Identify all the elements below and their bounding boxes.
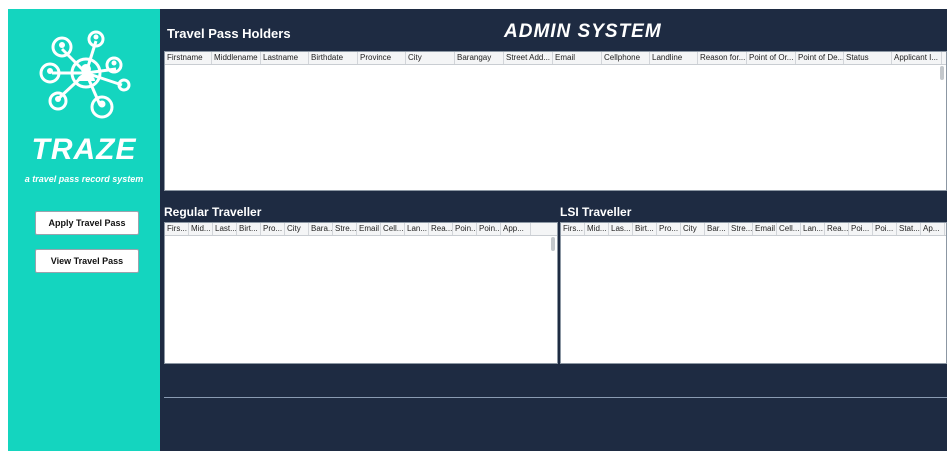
column-header[interactable]: Rea... (429, 223, 453, 235)
column-header[interactable]: Barangay (455, 52, 504, 64)
column-header[interactable]: Las... (609, 223, 633, 235)
column-header[interactable]: Landline (650, 52, 698, 64)
column-header[interactable]: Firs... (561, 223, 585, 235)
travel-pass-holders-heading: Travel Pass Holders (167, 26, 291, 41)
travel-pass-holders-table[interactable]: Firstname Middlename Lastname Birthdate Prov… (164, 51, 947, 191)
table-header: Firs... Mid... Last... Birt... Pro... City Bar… (165, 223, 557, 236)
column-header[interactable]: Firstname (165, 52, 212, 64)
column-header[interactable]: Email (753, 223, 777, 235)
table-header: Firstname Middlename Lastname Birthdate Prov… (165, 52, 946, 65)
column-header[interactable]: Lan... (801, 223, 825, 235)
column-header[interactable]: Middlename (212, 52, 261, 64)
column-header[interactable]: Stat... (897, 223, 921, 235)
column-header[interactable]: Email (553, 52, 602, 64)
column-header[interactable]: Last... (213, 223, 237, 235)
column-header[interactable]: Reason for... (698, 52, 747, 64)
divider (164, 397, 947, 398)
column-header[interactable]: City (681, 223, 705, 235)
column-header[interactable]: Bar... (705, 223, 729, 235)
network-people-logo-icon (39, 30, 131, 119)
column-header[interactable]: Pro... (261, 223, 285, 235)
column-header[interactable]: Poin... (453, 223, 477, 235)
column-header[interactable]: Street Add... (504, 52, 553, 64)
column-header[interactable]: Point of De... (796, 52, 844, 64)
column-header[interactable]: Birthdate (309, 52, 358, 64)
column-header[interactable]: Cell... (381, 223, 405, 235)
regular-traveller-heading: Regular Traveller (164, 205, 262, 219)
column-header[interactable]: Mid... (585, 223, 609, 235)
admin-window: TRAZE a travel pass record system Apply … (8, 9, 947, 451)
column-header[interactable]: Cell... (777, 223, 801, 235)
column-header[interactable]: City (285, 223, 309, 235)
view-travel-pass-button[interactable]: View Travel Pass (35, 249, 139, 273)
column-header[interactable]: Stre... (729, 223, 753, 235)
column-header[interactable]: Point of Or... (747, 52, 796, 64)
column-header[interactable]: Cellphone (602, 52, 650, 64)
apply-travel-pass-button[interactable]: Apply Travel Pass (35, 211, 139, 235)
table-header: Firs... Mid... Las... Birt... Pro... City Bar.… (561, 223, 946, 236)
column-header[interactable]: App... (501, 223, 531, 235)
column-header[interactable]: Province (358, 52, 406, 64)
column-header[interactable]: Poin... (477, 223, 501, 235)
column-header[interactable]: Lan... (405, 223, 429, 235)
column-header[interactable]: Poi... (849, 223, 873, 235)
column-header[interactable]: Stre... (333, 223, 357, 235)
column-header[interactable]: Bara... (309, 223, 333, 235)
page-title: ADMIN SYSTEM (504, 21, 662, 42)
column-header[interactable]: City (406, 52, 455, 64)
column-header[interactable]: Birt... (633, 223, 657, 235)
sidebar: TRAZE a travel pass record system Apply … (8, 9, 160, 451)
vertical-scrollbar[interactable] (940, 66, 944, 80)
regular-traveller-table[interactable]: Firs... Mid... Last... Birt... Pro... City Bar… (164, 222, 558, 364)
column-header[interactable]: Poi... (873, 223, 897, 235)
column-header[interactable]: Ap... (921, 223, 945, 235)
column-header[interactable]: Lastname (261, 52, 309, 64)
lsi-traveller-table[interactable]: Firs... Mid... Las... Birt... Pro... City Bar.… (560, 222, 947, 364)
brand-tagline: a travel pass record system (24, 174, 144, 184)
column-header[interactable]: Status (844, 52, 892, 64)
column-header[interactable]: Pro... (657, 223, 681, 235)
column-header[interactable]: Email (357, 223, 381, 235)
column-header[interactable]: Birt... (237, 223, 261, 235)
column-header[interactable]: Firs... (165, 223, 189, 235)
column-header[interactable]: Rea... (825, 223, 849, 235)
vertical-scrollbar[interactable] (551, 237, 555, 251)
column-header[interactable]: Mid... (189, 223, 213, 235)
brand-name: TRAZE (31, 133, 137, 166)
lsi-traveller-heading: LSI Traveller (560, 205, 632, 219)
column-header[interactable]: Applicant I... (892, 52, 942, 64)
